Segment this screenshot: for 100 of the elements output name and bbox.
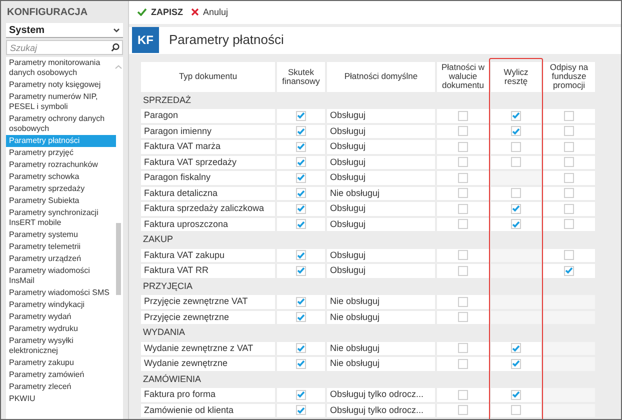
save-button[interactable]: ZAPISZ — [137, 6, 184, 19]
default-payment-cell[interactable]: Nie obsługuj — [327, 357, 435, 370]
checkbox[interactable] — [296, 142, 306, 152]
checkbox[interactable] — [511, 358, 521, 369]
checkbox[interactable] — [296, 296, 306, 307]
checkbox[interactable] — [458, 358, 468, 369]
checkbox[interactable] — [564, 188, 574, 198]
checkbox[interactable] — [458, 312, 468, 322]
sidebar-item[interactable]: Parametry wydań — [6, 311, 116, 323]
default-payment-cell[interactable]: Nie obsługuj — [327, 310, 435, 324]
document-type-cell: Faktura pro forma — [141, 388, 275, 402]
checkbox[interactable] — [296, 172, 306, 183]
sidebar-item[interactable]: Parametry wiadomości SMS — [6, 287, 116, 299]
checkbox[interactable] — [458, 110, 468, 121]
checkbox[interactable] — [296, 266, 306, 276]
checkbox[interactable] — [458, 296, 468, 307]
sidebar-item[interactable]: Parametry zleceń — [6, 381, 116, 393]
checkbox[interactable] — [458, 204, 468, 214]
sidebar-item[interactable]: Parametry wysyłki elektronicznej — [6, 335, 116, 357]
default-payment-cell[interactable]: Nie obsługuj — [327, 186, 435, 200]
sidebar-item[interactable]: Parametry noty księgowej — [6, 79, 116, 91]
default-payment-cell[interactable]: Obsługuj — [327, 124, 435, 138]
sidebar-item[interactable]: Parametry zakupu — [6, 357, 116, 369]
checkbox[interactable] — [296, 405, 306, 416]
default-payment-cell[interactable]: Nie obsługuj — [327, 295, 435, 308]
checkbox[interactable] — [511, 157, 521, 168]
sidebar-item[interactable]: Parametry monitorowania danych osobowych — [6, 57, 116, 79]
default-payment-cell[interactable]: Obsługuj — [327, 156, 435, 169]
checkbox[interactable] — [296, 204, 306, 214]
checkbox[interactable] — [564, 172, 574, 183]
checkbox[interactable] — [511, 142, 521, 152]
cancel-button[interactable]: Anuluj — [191, 6, 228, 19]
scrollbar[interactable] — [116, 223, 121, 295]
checkbox[interactable] — [511, 219, 521, 230]
checkbox[interactable] — [564, 204, 574, 214]
checkbox[interactable] — [296, 390, 306, 400]
sidebar-item[interactable]: Parametry schowka — [6, 171, 116, 183]
checkbox[interactable] — [564, 126, 574, 136]
sidebar-item[interactable]: Parametry przyjęć — [6, 147, 116, 159]
checkbox[interactable] — [564, 142, 574, 152]
default-payment-cell[interactable]: Obsługuj — [327, 140, 435, 154]
page-title: Parametry płatności — [169, 31, 284, 50]
sidebar-item[interactable]: Parametry numerów NIP, PESEL i symboli — [6, 91, 116, 113]
checkbox[interactable] — [458, 126, 468, 136]
checkbox[interactable] — [458, 266, 468, 276]
checkbox[interactable] — [564, 250, 574, 260]
checkbox[interactable] — [458, 157, 468, 168]
checkbox[interactable] — [296, 157, 306, 168]
sidebar-item[interactable]: Parametry ochrony danych osobowych — [6, 113, 116, 135]
search-field[interactable]: Szukaj — [6, 40, 123, 55]
checkbox[interactable] — [511, 343, 521, 354]
checkbox[interactable] — [296, 343, 306, 354]
checkbox[interactable] — [564, 157, 574, 168]
checkbox[interactable] — [458, 405, 468, 416]
checkbox[interactable] — [458, 172, 468, 183]
sidebar-item[interactable]: Parametry windykacji — [6, 299, 116, 311]
default-payment-cell[interactable]: Nie obsługuj — [327, 342, 435, 355]
sidebar-item[interactable]: Parametry sprzedaży — [6, 183, 116, 195]
scroll-up-icon[interactable] — [115, 65, 122, 69]
checkbox[interactable] — [511, 204, 521, 214]
default-payment-cell[interactable]: Obsługuj — [327, 171, 435, 184]
sidebar-item[interactable]: Parametry urządzeń — [6, 253, 116, 265]
checkbox[interactable] — [564, 266, 574, 276]
default-payment-cell[interactable]: Obsługuj tylko odrocz... — [327, 388, 435, 402]
checkbox[interactable] — [511, 405, 521, 416]
checkbox[interactable] — [296, 126, 306, 136]
checkbox[interactable] — [458, 390, 468, 400]
checkbox[interactable] — [458, 219, 468, 230]
sidebar-item[interactable]: PKWIU — [6, 393, 116, 405]
checkbox[interactable] — [511, 110, 521, 121]
checkbox[interactable] — [458, 188, 468, 198]
checkbox[interactable] — [511, 390, 521, 400]
default-payment-cell[interactable]: Obsługuj — [327, 109, 435, 122]
checkbox[interactable] — [296, 219, 306, 230]
sidebar-item[interactable]: Parametry systemu — [6, 229, 116, 241]
sidebar-item[interactable]: Parametry zamówień — [6, 369, 116, 381]
checkbox[interactable] — [296, 250, 306, 260]
checkbox[interactable] — [458, 250, 468, 260]
checkbox[interactable] — [296, 358, 306, 369]
sidebar-item[interactable]: Parametry Subiekta — [6, 195, 116, 207]
sidebar-item[interactable]: Parametry telemetrii — [6, 241, 116, 253]
sidebar-item[interactable]: Parametry wiadomości InsMail — [6, 265, 116, 287]
default-payment-cell[interactable]: Obsługuj — [327, 218, 435, 231]
checkbox[interactable] — [296, 110, 306, 121]
sidebar-item[interactable]: Parametry wydruku — [6, 323, 116, 335]
checkbox[interactable] — [458, 142, 468, 152]
default-payment-cell[interactable]: Obsługuj — [327, 202, 435, 216]
checkbox[interactable] — [564, 110, 574, 121]
checkbox[interactable] — [511, 126, 521, 136]
default-payment-cell[interactable]: Obsługuj tylko odrocz... — [327, 404, 435, 417]
checkbox[interactable] — [296, 188, 306, 198]
system-dropdown[interactable]: System — [6, 23, 123, 38]
checkbox[interactable] — [296, 312, 306, 322]
sidebar-item[interactable]: Parametry rozrachunków — [6, 159, 116, 171]
sidebar-item[interactable]: Parametry synchronizacji InsERT mobile — [6, 207, 116, 229]
checkbox[interactable] — [458, 343, 468, 354]
default-payment-cell[interactable]: Obsługuj — [327, 264, 435, 278]
default-payment-cell[interactable]: Obsługuj — [327, 248, 435, 262]
checkbox[interactable] — [511, 188, 521, 198]
checkbox[interactable] — [564, 219, 574, 230]
